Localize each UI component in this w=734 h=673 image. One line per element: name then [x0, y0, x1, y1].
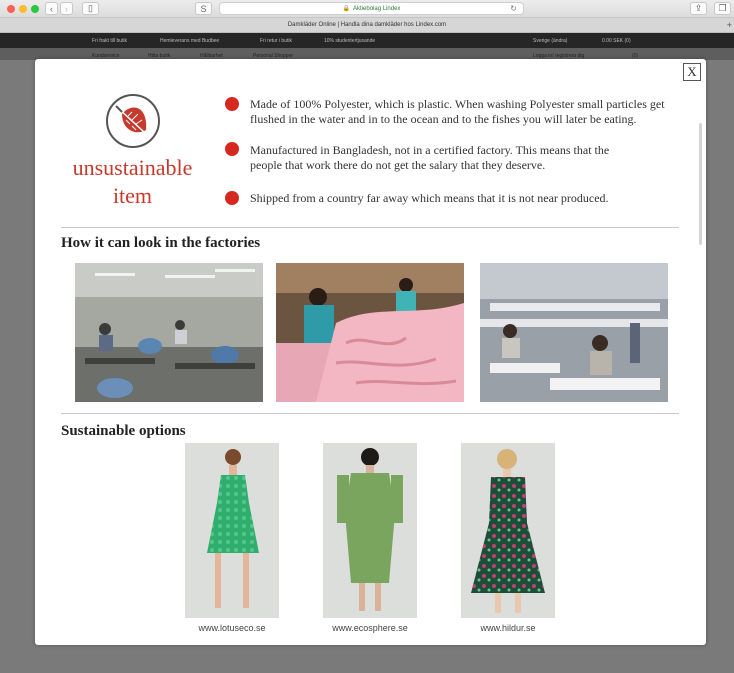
reload-icon[interactable]: ↻: [510, 4, 517, 13]
reason-line: Shipped from a country far away which me…: [250, 191, 609, 205]
minimize-window-icon[interactable]: [19, 5, 27, 13]
sidebar-toggle-button[interactable]: ▯: [82, 2, 99, 15]
divider: [61, 413, 679, 414]
address-bar[interactable]: 🔒 Aktiebolag Lindex ↻: [219, 2, 524, 15]
leaf-icon: [106, 94, 160, 148]
factory-photo: [276, 263, 464, 402]
tab-title[interactable]: Damkläder Online | Handla dina damkläder…: [288, 22, 446, 28]
close-button[interactable]: X: [683, 63, 701, 81]
option-image-ecosphere[interactable]: [323, 443, 417, 618]
reason-line: Made of 100% Polyester, which is plastic…: [250, 97, 665, 111]
divider: [61, 227, 679, 228]
address-text: Aktiebolag Lindex: [353, 5, 401, 12]
reader-button[interactable]: S: [195, 2, 212, 15]
reason-line: Manufactured in Bangladesh, not in a cer…: [250, 143, 610, 157]
cart-link[interactable]: 0.00 SEK (0): [602, 38, 631, 44]
tabs-button[interactable]: ❐: [714, 2, 731, 15]
share-button[interactable]: ⇪: [690, 2, 707, 15]
option-image-lotuseco[interactable]: [185, 443, 279, 618]
nav-link[interactable]: Fri frakt till butik: [92, 38, 127, 44]
sustainability-modal: X unsustainable item Made of 100% Polyes…: [35, 59, 706, 645]
back-button[interactable]: ‹: [45, 2, 58, 15]
factory-photo: [75, 263, 263, 402]
option-link-lotuseco[interactable]: www.lotuseco.se: [172, 623, 292, 633]
factory-photo: [480, 263, 668, 402]
nav-link[interactable]: 10% studentertjusande: [324, 38, 375, 44]
reason-factory: Manufactured in Bangladesh, not in a cer…: [250, 143, 609, 173]
bullet-dot-icon: [225, 97, 239, 111]
reason-material: Made of 100% Polyester, which is plastic…: [250, 97, 665, 127]
zoom-window-icon[interactable]: [31, 5, 39, 13]
nav-link[interactable]: Fri retur i butik: [260, 38, 292, 44]
reason-line: flushed in the water and in to the ocean…: [250, 112, 637, 126]
options-heading: Sustainable options: [61, 423, 186, 439]
status-line: unsustainable: [72, 155, 193, 180]
site-top-nav: Fri frakt till butik Hemleverans med Bud…: [0, 33, 734, 48]
close-window-icon[interactable]: [7, 5, 15, 13]
factories-heading: How it can look in the factories: [61, 235, 261, 251]
forward-button[interactable]: ›: [60, 2, 73, 15]
scrollbar[interactable]: [699, 123, 702, 245]
window-controls: [7, 5, 39, 13]
option-link-ecosphere[interactable]: www.ecosphere.se: [310, 623, 430, 633]
bullet-dot-icon: [225, 142, 239, 156]
option-link-hildur[interactable]: www.hildur.se: [448, 623, 568, 633]
lock-icon: 🔒: [342, 6, 351, 12]
reason-shipping: Shipped from a country far away which me…: [250, 191, 609, 206]
status-line: item: [112, 183, 153, 208]
browser-toolbar: ‹ › ▯ S 🔒 Aktiebolag Lindex ↻ ⇪ ❐: [0, 0, 734, 18]
unsustainable-label: unsustainable item: [55, 154, 210, 210]
country-link[interactable]: Sverige (ändra): [533, 38, 567, 44]
reason-line: people that work there do not get the sa…: [250, 158, 546, 172]
new-tab-icon[interactable]: +: [727, 20, 732, 30]
nav-link[interactable]: Hemleverans med Budbee: [160, 38, 219, 44]
option-image-hildur[interactable]: [461, 443, 555, 618]
tab-bar: Damkläder Online | Handla dina damkläder…: [0, 18, 734, 33]
bullet-dot-icon: [225, 191, 239, 205]
